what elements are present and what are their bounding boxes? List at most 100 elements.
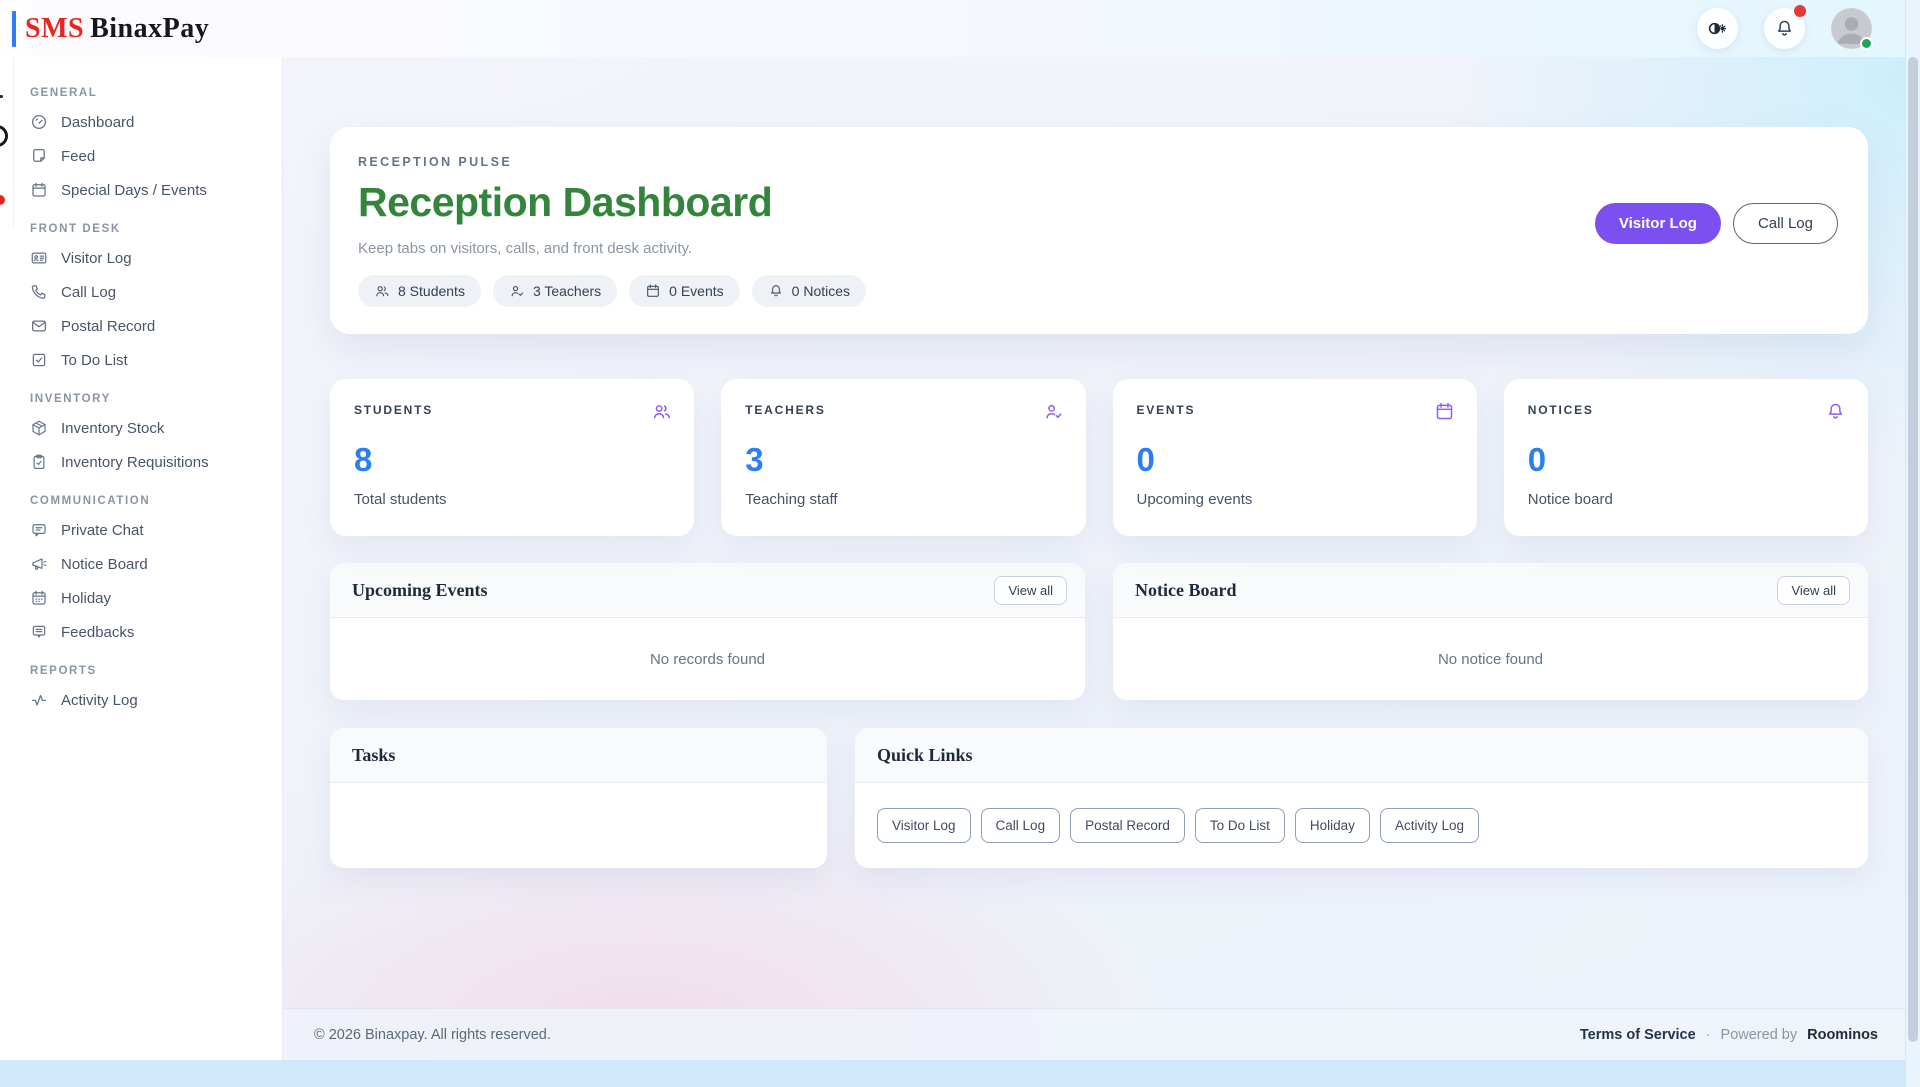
gauge-icon	[30, 113, 48, 131]
sidebar-item-to-do-list[interactable]: To Do List	[30, 343, 272, 377]
stat-value: 0	[1137, 441, 1453, 479]
footer-separator: ·	[1706, 1027, 1711, 1043]
sidebar-item-special-days[interactable]: Special Days / Events	[30, 173, 272, 207]
mail-icon	[30, 317, 48, 335]
brand-accent-bar	[12, 11, 16, 47]
teachers-pill: 3 Teachers	[493, 275, 617, 307]
teachers-stat-card: TEACHERS 3 Teaching staff	[721, 379, 1085, 536]
sidebar-item-private-chat[interactable]: Private Chat	[30, 513, 272, 547]
note-icon	[30, 147, 48, 165]
online-status-dot	[1860, 37, 1873, 50]
hero-text-block: RECEPTION PULSE Reception Dashboard Keep…	[358, 155, 866, 307]
quick-link-postal-record[interactable]: Postal Record	[1070, 808, 1185, 843]
sidebar-item-dashboard[interactable]: Dashboard	[30, 105, 272, 139]
tasks-body	[330, 783, 827, 868]
notices-stat-card: NOTICES 0 Notice board	[1504, 379, 1868, 536]
phone-icon	[30, 283, 48, 301]
sidebar-item-inventory-requisitions[interactable]: Inventory Requisitions	[30, 445, 272, 479]
reception-pulse-card: RECEPTION PULSE Reception Dashboard Keep…	[330, 127, 1868, 334]
call-log-button[interactable]: Call Log	[1733, 203, 1838, 244]
panels-row: Upcoming Events View all No records foun…	[330, 563, 1868, 700]
powered-by-text: Powered by	[1721, 1027, 1798, 1043]
notifications-button[interactable]	[1764, 8, 1805, 49]
quick-link-visitor-log[interactable]: Visitor Log	[877, 808, 971, 843]
footer-links: Terms of Service · Powered by Roominos	[1580, 1027, 1878, 1043]
visitor-log-button[interactable]: Visitor Log	[1595, 203, 1721, 244]
vendor-link[interactable]: Roominos	[1807, 1027, 1878, 1043]
quick-link-to-do-list[interactable]: To Do List	[1195, 808, 1285, 843]
quick-link-holiday[interactable]: Holiday	[1295, 808, 1370, 843]
sidebar-item-label: Inventory Requisitions	[61, 454, 209, 471]
panel-body: No notice found	[1113, 618, 1868, 700]
view-all-events-button[interactable]: View all	[994, 576, 1067, 605]
main-content: RECEPTION PULSE Reception Dashboard Keep…	[283, 57, 1920, 1008]
panel-title: Quick Links	[877, 745, 973, 766]
sidebar-item-label: Activity Log	[61, 692, 138, 709]
quick-link-call-log[interactable]: Call Log	[981, 808, 1061, 843]
users-icon	[374, 283, 390, 299]
view-all-notices-button[interactable]: View all	[1777, 576, 1850, 605]
terms-of-service-link[interactable]: Terms of Service	[1580, 1027, 1696, 1043]
sidebar-item-label: To Do List	[61, 352, 128, 369]
bell-icon	[768, 283, 784, 299]
calendar-icon	[30, 181, 48, 199]
sidebar-item-activity-log[interactable]: Activity Log	[30, 683, 272, 717]
sidebar-section-front-desk: FRONT DESK	[30, 223, 272, 235]
sidebar-item-label: Holiday	[61, 590, 111, 607]
page-title: Reception Dashboard	[358, 179, 866, 226]
quick-links-panel: Quick Links Visitor Log Call Log Postal …	[855, 728, 1868, 868]
panel-title: Upcoming Events	[352, 580, 488, 601]
edge-overlay-widget	[0, 57, 14, 227]
sidebar-item-label: Feed	[61, 148, 95, 165]
calendar-alt-icon	[30, 589, 48, 607]
sidebar-item-holiday[interactable]: Holiday	[30, 581, 272, 615]
theme-toggle-button[interactable]	[1697, 8, 1738, 49]
activity-icon	[30, 691, 48, 709]
sidebar-item-label: Inventory Stock	[61, 420, 164, 437]
pill-label: 0 Events	[669, 283, 723, 299]
pill-label: 3 Teachers	[533, 283, 601, 299]
sidebar-item-postal-record[interactable]: Postal Record	[30, 309, 272, 343]
brand-prefix: SMS	[25, 13, 84, 44]
bell-icon	[1825, 401, 1846, 422]
sidebar-item-label: Call Log	[61, 284, 116, 301]
user-avatar[interactable]	[1831, 8, 1872, 49]
sidebar-item-label: Visitor Log	[61, 250, 132, 267]
sidebar-item-visitor-log[interactable]: Visitor Log	[30, 241, 272, 275]
panel-title: Notice Board	[1135, 580, 1236, 601]
copyright-text: © 2026 Binaxpay. All rights reserved.	[314, 1027, 551, 1043]
stat-caption: Notice board	[1528, 491, 1844, 508]
notices-pill: 0 Notices	[752, 275, 866, 307]
sidebar-item-label: Postal Record	[61, 318, 155, 335]
footer: © 2026 Binaxpay. All rights reserved. Te…	[283, 1008, 1920, 1060]
pill-label: 8 Students	[398, 283, 465, 299]
sidebar-item-notice-board[interactable]: Notice Board	[30, 547, 272, 581]
sidebar-item-call-log[interactable]: Call Log	[30, 275, 272, 309]
sidebar-section-reports: REPORTS	[30, 665, 272, 677]
page-scrollbar[interactable]	[1905, 0, 1920, 1087]
main-area: RECEPTION PULSE Reception Dashboard Keep…	[283, 57, 1920, 1060]
user-check-icon	[509, 283, 525, 299]
panel-header: Upcoming Events View all	[330, 563, 1085, 618]
sidebar-item-feedbacks[interactable]: Feedbacks	[30, 615, 272, 649]
id-card-icon	[30, 249, 48, 267]
students-stat-card: STUDENTS 8 Total students	[330, 379, 694, 536]
quick-link-activity-log[interactable]: Activity Log	[1380, 808, 1479, 843]
hero-actions: Visitor Log Call Log	[1595, 203, 1838, 244]
sidebar-item-feed[interactable]: Feed	[30, 139, 272, 173]
upcoming-events-panel: Upcoming Events View all No records foun…	[330, 563, 1085, 700]
panel-body: No records found	[330, 618, 1085, 700]
sidebar-item-inventory-stock[interactable]: Inventory Stock	[30, 411, 272, 445]
sidebar-item-label: Private Chat	[61, 522, 144, 539]
stat-value: 8	[354, 441, 670, 479]
calendar-icon	[1434, 401, 1455, 422]
stat-label: NOTICES	[1528, 403, 1844, 417]
overlay-red-dot	[0, 195, 5, 205]
notice-board-panel: Notice Board View all No notice found	[1113, 563, 1868, 700]
brand-logo[interactable]: SMSBinaxPay	[12, 11, 209, 47]
pill-label: 0 Notices	[792, 283, 850, 299]
panel-header: Tasks	[330, 728, 827, 783]
megaphone-icon	[30, 555, 48, 573]
scrollbar-thumb[interactable]	[1908, 57, 1918, 1042]
sidebar-item-label: Special Days / Events	[61, 182, 207, 199]
